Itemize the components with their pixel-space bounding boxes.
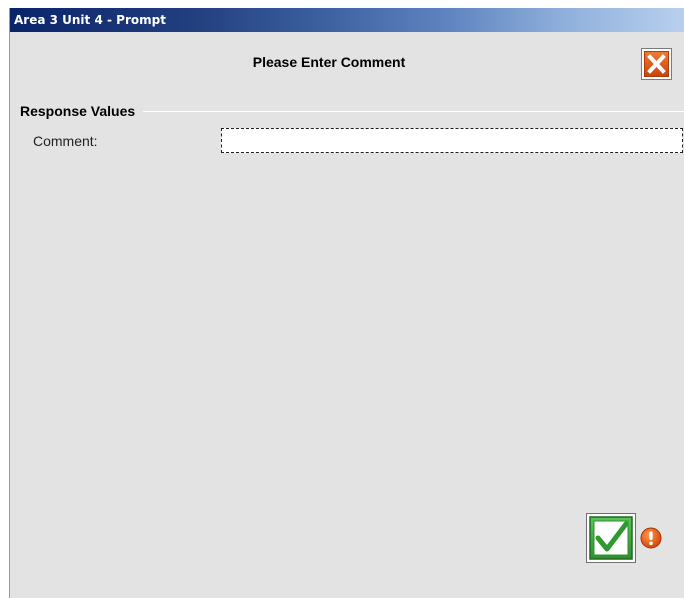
- comment-label: Comment:: [33, 133, 98, 149]
- exclamation-icon: [640, 527, 662, 549]
- close-icon: [644, 51, 669, 77]
- ok-button[interactable]: [586, 513, 636, 563]
- comment-input[interactable]: [221, 128, 683, 153]
- window-title: Area 3 Unit 4 - Prompt: [14, 13, 166, 27]
- response-values-heading: Response Values: [20, 103, 144, 119]
- prompt-window: Area 3 Unit 4 - Prompt Please Enter Comm…: [9, 8, 684, 598]
- checkmark-icon: [589, 516, 633, 560]
- title-bar[interactable]: Area 3 Unit 4 - Prompt: [10, 8, 684, 32]
- close-button[interactable]: [641, 48, 672, 80]
- prompt-heading: Please Enter Comment: [252, 54, 406, 70]
